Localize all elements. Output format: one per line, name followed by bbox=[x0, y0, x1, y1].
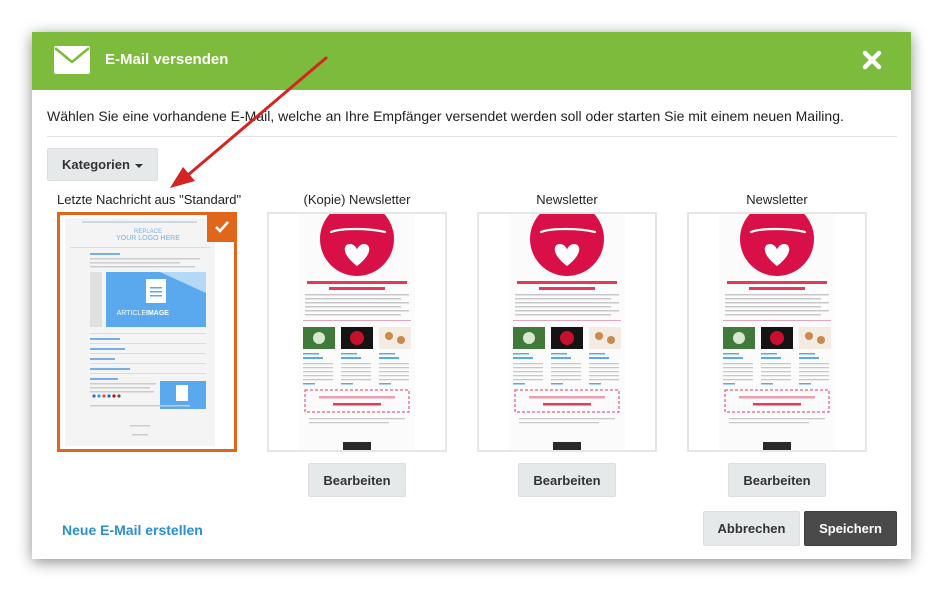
envelope-icon bbox=[54, 46, 90, 74]
template-title: Newsletter bbox=[536, 192, 598, 207]
new-email-link[interactable]: Neue E-Mail erstellen bbox=[62, 522, 203, 538]
template-card-newsletter-2: Newsletter Bearbeiten bbox=[687, 192, 867, 497]
dialog-header: E-Mail versenden bbox=[32, 32, 911, 90]
categories-dropdown-button[interactable]: Kategorien bbox=[47, 148, 158, 181]
standard-preview-image: REPLACE YOUR LOGO HERE ARTICLE IMAGE bbox=[60, 215, 234, 449]
preview-logo-line2: YOUR LOGO HERE bbox=[116, 235, 180, 242]
template-title: Newsletter bbox=[746, 192, 808, 207]
caret-down-icon bbox=[134, 163, 143, 168]
intro-text: Wählen Sie eine vorhandene E-Mail, welch… bbox=[47, 108, 844, 124]
template-thumbnail-newsletter-2[interactable] bbox=[687, 212, 867, 452]
template-title: Letzte Nachricht aus "Standard" bbox=[57, 192, 242, 207]
categories-label: Kategorien bbox=[62, 157, 130, 172]
edit-button[interactable]: Bearbeiten bbox=[728, 463, 826, 497]
newsletter-preview-image bbox=[269, 214, 445, 450]
template-card-newsletter-copy: (Kopie) Newsletter Bearbeiten bbox=[267, 192, 447, 497]
newsletter-preview-image bbox=[479, 214, 655, 450]
dialog-title: E-Mail versenden bbox=[105, 51, 229, 68]
save-button[interactable]: Speichern bbox=[804, 511, 897, 546]
selected-check-icon bbox=[207, 215, 234, 242]
edit-button[interactable]: Bearbeiten bbox=[518, 463, 616, 497]
newsletter-preview-image bbox=[689, 214, 865, 450]
template-thumbnail-newsletter-copy[interactable] bbox=[267, 212, 447, 452]
template-thumbnail-standard[interactable]: REPLACE YOUR LOGO HERE ARTICLE IMAGE bbox=[57, 212, 237, 452]
template-card-newsletter-1: Newsletter Bearbeiten bbox=[477, 192, 657, 497]
close-icon[interactable] bbox=[861, 49, 883, 71]
template-card-standard: Letzte Nachricht aus "Standard" REPLACE … bbox=[57, 192, 242, 452]
cancel-button[interactable]: Abbrechen bbox=[703, 511, 800, 546]
template-title: (Kopie) Newsletter bbox=[303, 192, 411, 207]
send-email-dialog: E-Mail versenden Wählen Sie eine vorhand… bbox=[32, 32, 911, 559]
preview-image-label-a: ARTICLE bbox=[117, 310, 147, 317]
preview-image-label-b: IMAGE bbox=[146, 310, 169, 317]
divider bbox=[47, 136, 897, 137]
edit-button[interactable]: Bearbeiten bbox=[308, 463, 406, 497]
template-thumbnail-newsletter-1[interactable] bbox=[477, 212, 657, 452]
